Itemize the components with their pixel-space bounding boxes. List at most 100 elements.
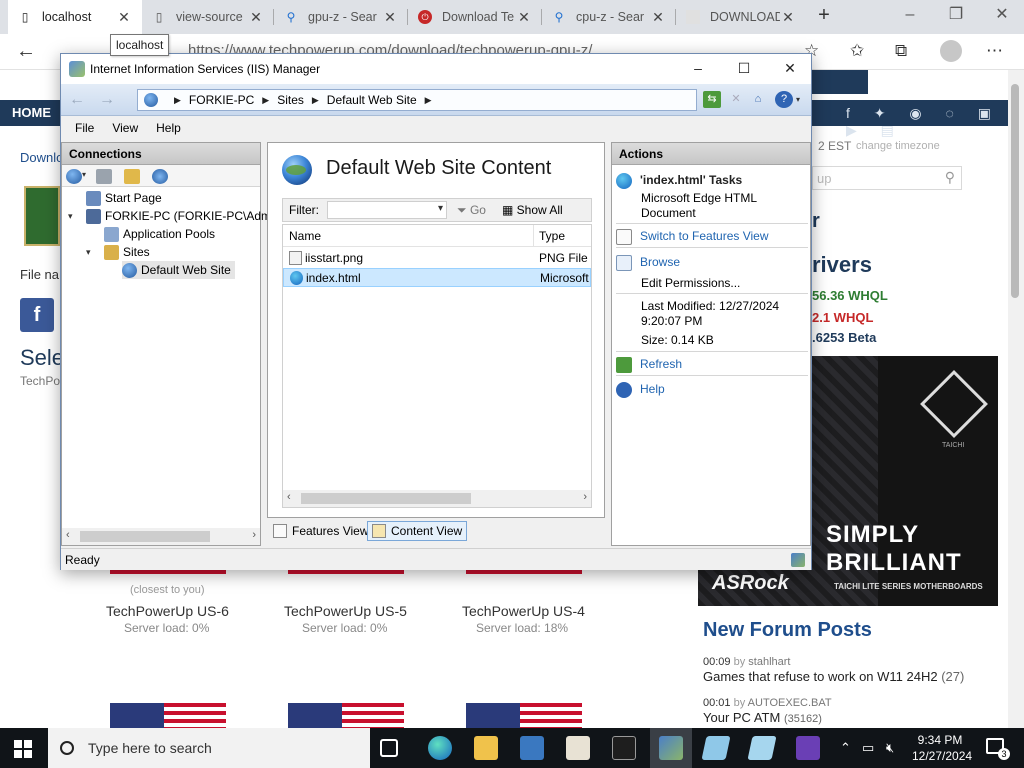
app-icon[interactable] <box>520 736 544 760</box>
column-header-name[interactable]: Name <box>289 229 321 243</box>
close-icon[interactable]: ✕ <box>116 9 132 26</box>
help-icon[interactable]: ? <box>775 91 793 108</box>
switch-link[interactable]: Switch to Features View <box>640 229 769 243</box>
driver-link-amd[interactable]: 2.1 WHQL <box>812 310 873 325</box>
refresh-link[interactable]: Refresh <box>640 357 682 371</box>
network-icon[interactable]: ▭ <box>862 740 874 756</box>
cpu-icon[interactable] <box>796 736 820 760</box>
scroll-right-icon[interactable]: › <box>252 529 256 541</box>
show-all-button[interactable]: ▦ Show All <box>502 203 563 217</box>
social-icons[interactable]: f ✦ ◉ ◌ ▣ ▶ ▤ <box>846 105 1024 139</box>
tab-content-view[interactable]: Content View <box>367 521 468 541</box>
browse-link[interactable]: Browse <box>640 255 680 269</box>
chevron-right-icon[interactable]: ▶ <box>425 95 432 106</box>
save-icon[interactable] <box>96 169 112 184</box>
tab-localhost[interactable]: ▯ localhost ✕ <box>8 0 142 34</box>
chevron-down-icon[interactable]: ▾ <box>793 91 803 108</box>
refresh-icon[interactable]: ⇆ <box>703 91 721 108</box>
tree-node-default-web-site[interactable]: Default Web Site <box>122 261 235 279</box>
chevron-down-icon[interactable]: ▾ <box>82 170 90 185</box>
list-item[interactable]: iisstart.png PNG File <box>283 249 591 268</box>
tree-node-sites[interactable]: ▾ Sites <box>86 243 150 261</box>
browse-action[interactable]: Browse <box>616 255 808 271</box>
stop-icon[interactable]: ✕ <box>727 91 745 108</box>
switch-to-features-action[interactable]: Switch to Features View <box>616 229 808 245</box>
scrollbar-thumb[interactable] <box>301 493 471 504</box>
edit-permissions-link[interactable]: Edit Permissions... <box>641 276 740 290</box>
notepad-icon[interactable] <box>747 736 777 760</box>
edge-icon[interactable] <box>428 736 452 760</box>
menu-file[interactable]: File <box>75 121 94 135</box>
start-button[interactable] <box>14 740 32 758</box>
disconnect-icon[interactable] <box>152 169 168 184</box>
tree-node-application-pools[interactable]: Application Pools <box>104 225 215 243</box>
close-window-button[interactable]: ✕ <box>980 4 1024 28</box>
filter-input[interactable] <box>327 201 447 219</box>
download-link[interactable]: Downlo <box>20 150 63 165</box>
post-title[interactable]: Games that refuse to work on W11 24H2 <box>703 669 938 684</box>
menu-help[interactable]: Help <box>156 121 181 135</box>
close-icon[interactable]: ✕ <box>650 9 666 26</box>
avatar[interactable] <box>940 40 962 62</box>
go-button[interactable]: ⏷ Go <box>457 203 486 218</box>
tab-view-source[interactable]: ▯ view-source ✕ <box>142 0 274 34</box>
tree-node-start-page[interactable]: Start Page <box>86 189 162 207</box>
minimize-button[interactable]: – <box>888 4 932 28</box>
close-icon[interactable]: ✕ <box>780 9 796 26</box>
back-arrow-icon[interactable]: ← <box>16 40 36 63</box>
scrollbar-thumb[interactable] <box>80 531 210 542</box>
driver-link-nvidia[interactable]: 56.36 WHQL <box>812 288 888 303</box>
volume-icon[interactable]: 🔇︎ <box>886 740 894 756</box>
new-tab-button[interactable]: + <box>812 4 836 28</box>
iis-manager-icon[interactable] <box>659 736 683 760</box>
installer-icon[interactable] <box>566 736 590 760</box>
nav-home-link[interactable]: HOME <box>12 105 51 120</box>
minimize-button[interactable]: – <box>675 58 721 80</box>
forward-arrow-icon[interactable]: → <box>97 90 117 110</box>
refresh-action[interactable]: Refresh <box>616 357 808 373</box>
task-view-icon[interactable] <box>380 739 398 757</box>
connections-hscrollbar[interactable]: ‹ › <box>62 528 260 545</box>
home-icon[interactable]: ⌂ <box>749 91 767 108</box>
connect-globe-icon[interactable] <box>66 169 82 184</box>
breadcrumb-item[interactable]: Sites <box>277 93 304 107</box>
facebook-share-icon[interactable]: f <box>20 298 54 332</box>
server-name[interactable]: TechPowerUp US-4 <box>462 603 585 619</box>
close-icon[interactable]: ✕ <box>382 9 398 26</box>
scroll-left-icon[interactable]: ‹ <box>287 491 291 503</box>
list-item[interactable]: index.html Microsoft <box>283 268 591 287</box>
breadcrumb[interactable]: ▶ FORKIE-PC ▶ Sites ▶ Default Web Site ▶ <box>137 89 697 111</box>
close-button[interactable]: ✕ <box>767 58 813 80</box>
folder-up-icon[interactable] <box>124 169 140 184</box>
column-divider[interactable] <box>533 225 534 247</box>
post-user[interactable]: stahlhart <box>748 656 790 668</box>
site-search-input[interactable]: up ⚲ <box>812 166 962 190</box>
chevron-up-icon[interactable]: ⌃ <box>840 740 851 756</box>
help-action[interactable]: Help <box>616 382 808 398</box>
tab-download-techpowerup[interactable]: ⏻ Download Te ✕ <box>408 0 542 34</box>
collections-icon[interactable]: ⧉ <box>895 41 907 61</box>
scroll-right-icon[interactable]: › <box>583 491 587 503</box>
forum-post[interactable]: Your PC ATM (35162) <box>703 710 822 725</box>
list-hscrollbar[interactable]: ‹ › <box>283 490 591 507</box>
change-timezone-link[interactable]: change timezone <box>856 140 940 152</box>
chevron-down-icon[interactable]: ▾ <box>86 247 91 258</box>
help-link[interactable]: Help <box>640 382 665 396</box>
tab-features-view[interactable]: Features View <box>269 521 372 541</box>
post-title[interactable]: Your PC ATM <box>703 710 780 725</box>
notification-center-icon[interactable]: 3 <box>986 738 1010 760</box>
tree-node-server[interactable]: ▾ FORKIE-PC (FORKIE-PC\Adm <box>68 207 271 225</box>
chevron-right-icon[interactable]: ▶ <box>174 95 181 106</box>
chevron-right-icon[interactable]: ▶ <box>262 95 269 106</box>
scroll-left-icon[interactable]: ‹ <box>66 529 70 541</box>
column-header-type[interactable]: Type <box>539 229 565 243</box>
page-scrollbar-thumb[interactable] <box>1011 84 1019 298</box>
maximize-button[interactable]: ☐ <box>721 58 767 80</box>
close-icon[interactable]: ✕ <box>516 9 532 26</box>
driver-link-intel[interactable]: .6253 Beta <box>812 330 876 345</box>
chevron-right-icon[interactable]: ▶ <box>312 95 319 106</box>
breadcrumb-item[interactable]: FORKIE-PC <box>189 93 254 107</box>
restore-button[interactable]: ❐ <box>934 4 978 28</box>
search-icon[interactable]: ⚲ <box>945 169 955 186</box>
taskbar-search[interactable]: Type here to search <box>48 728 370 768</box>
